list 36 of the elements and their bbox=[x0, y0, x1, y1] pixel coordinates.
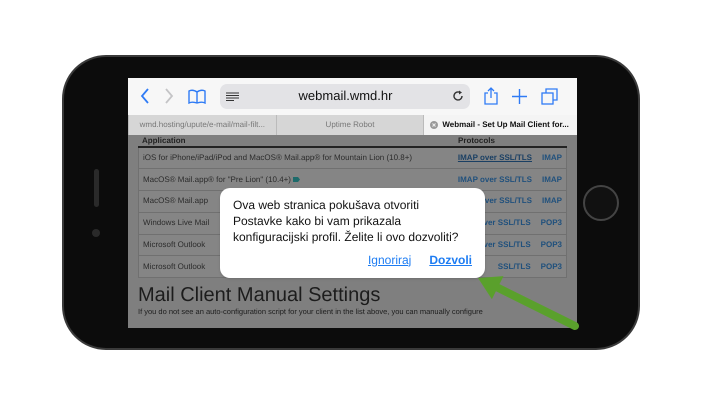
protocol-link[interactable]: IMAP bbox=[542, 195, 562, 208]
protocol-link[interactable]: IMAP bbox=[542, 152, 562, 164]
book-icon[interactable] bbox=[188, 88, 206, 104]
protocol-link[interactable]: ver SSL/TLS bbox=[484, 195, 532, 208]
speaker-slot bbox=[94, 168, 98, 206]
browser-tab[interactable]: Uptime Robot bbox=[276, 114, 424, 134]
close-icon[interactable] bbox=[430, 120, 438, 128]
table-cell: MacOS® Mail.app® for "Pre Lion" (10.4+) bbox=[143, 174, 291, 186]
protocol-link[interactable]: POP3 bbox=[540, 239, 562, 252]
browser-tab[interactable]: Webmail - Set Up Mail Client for... bbox=[423, 114, 577, 134]
protocol-link[interactable]: IMAP bbox=[542, 174, 562, 186]
url-text: webmail.wmd.hr bbox=[298, 87, 394, 106]
home-button[interactable] bbox=[583, 184, 619, 220]
alert-message: Ova web stranica pokušava otvoriti Postavke kako bi vam prikazala konfiguracijski profil. Želite li ovo dozvoliti? bbox=[233, 196, 460, 244]
table-cell: Microsoft Outlook bbox=[143, 260, 206, 273]
reload-icon[interactable] bbox=[452, 90, 464, 102]
back-icon[interactable] bbox=[140, 88, 150, 104]
table-cell: Microsoft Outlook bbox=[143, 239, 206, 252]
protocol-link[interactable]: IMAP over SSL/TLS bbox=[458, 174, 532, 186]
address-field[interactable]: webmail.wmd.hr bbox=[220, 84, 470, 108]
protocol-link[interactable]: SSL/TLS bbox=[498, 260, 531, 273]
share-icon[interactable] bbox=[484, 87, 498, 105]
column-header: Application bbox=[141, 136, 187, 144]
table-cell: iOS for iPhone/iPad/iPod and MacOS® Mail.app® for Mountain Lion (10.8+) bbox=[143, 152, 412, 164]
protocol-link[interactable]: POP3 bbox=[540, 217, 562, 230]
reader-icon[interactable] bbox=[226, 92, 239, 100]
column-header: Protocols bbox=[458, 136, 495, 144]
table-cell: Windows Live Mail bbox=[143, 217, 210, 230]
tabs-icon[interactable] bbox=[541, 88, 558, 104]
plus-icon[interactable] bbox=[512, 88, 527, 104]
dialog-button[interactable]: Dozvoli bbox=[429, 250, 472, 268]
section-heading: Mail Client Manual Settings bbox=[138, 283, 382, 308]
dialog-button[interactable]: Ignoriraj bbox=[368, 250, 412, 268]
protocol-link[interactable]: IMAP over SSL/TLS bbox=[458, 152, 532, 164]
table-cell: MacOS® Mail.app bbox=[143, 195, 208, 208]
protocol-link[interactable]: POP3 bbox=[540, 260, 562, 273]
